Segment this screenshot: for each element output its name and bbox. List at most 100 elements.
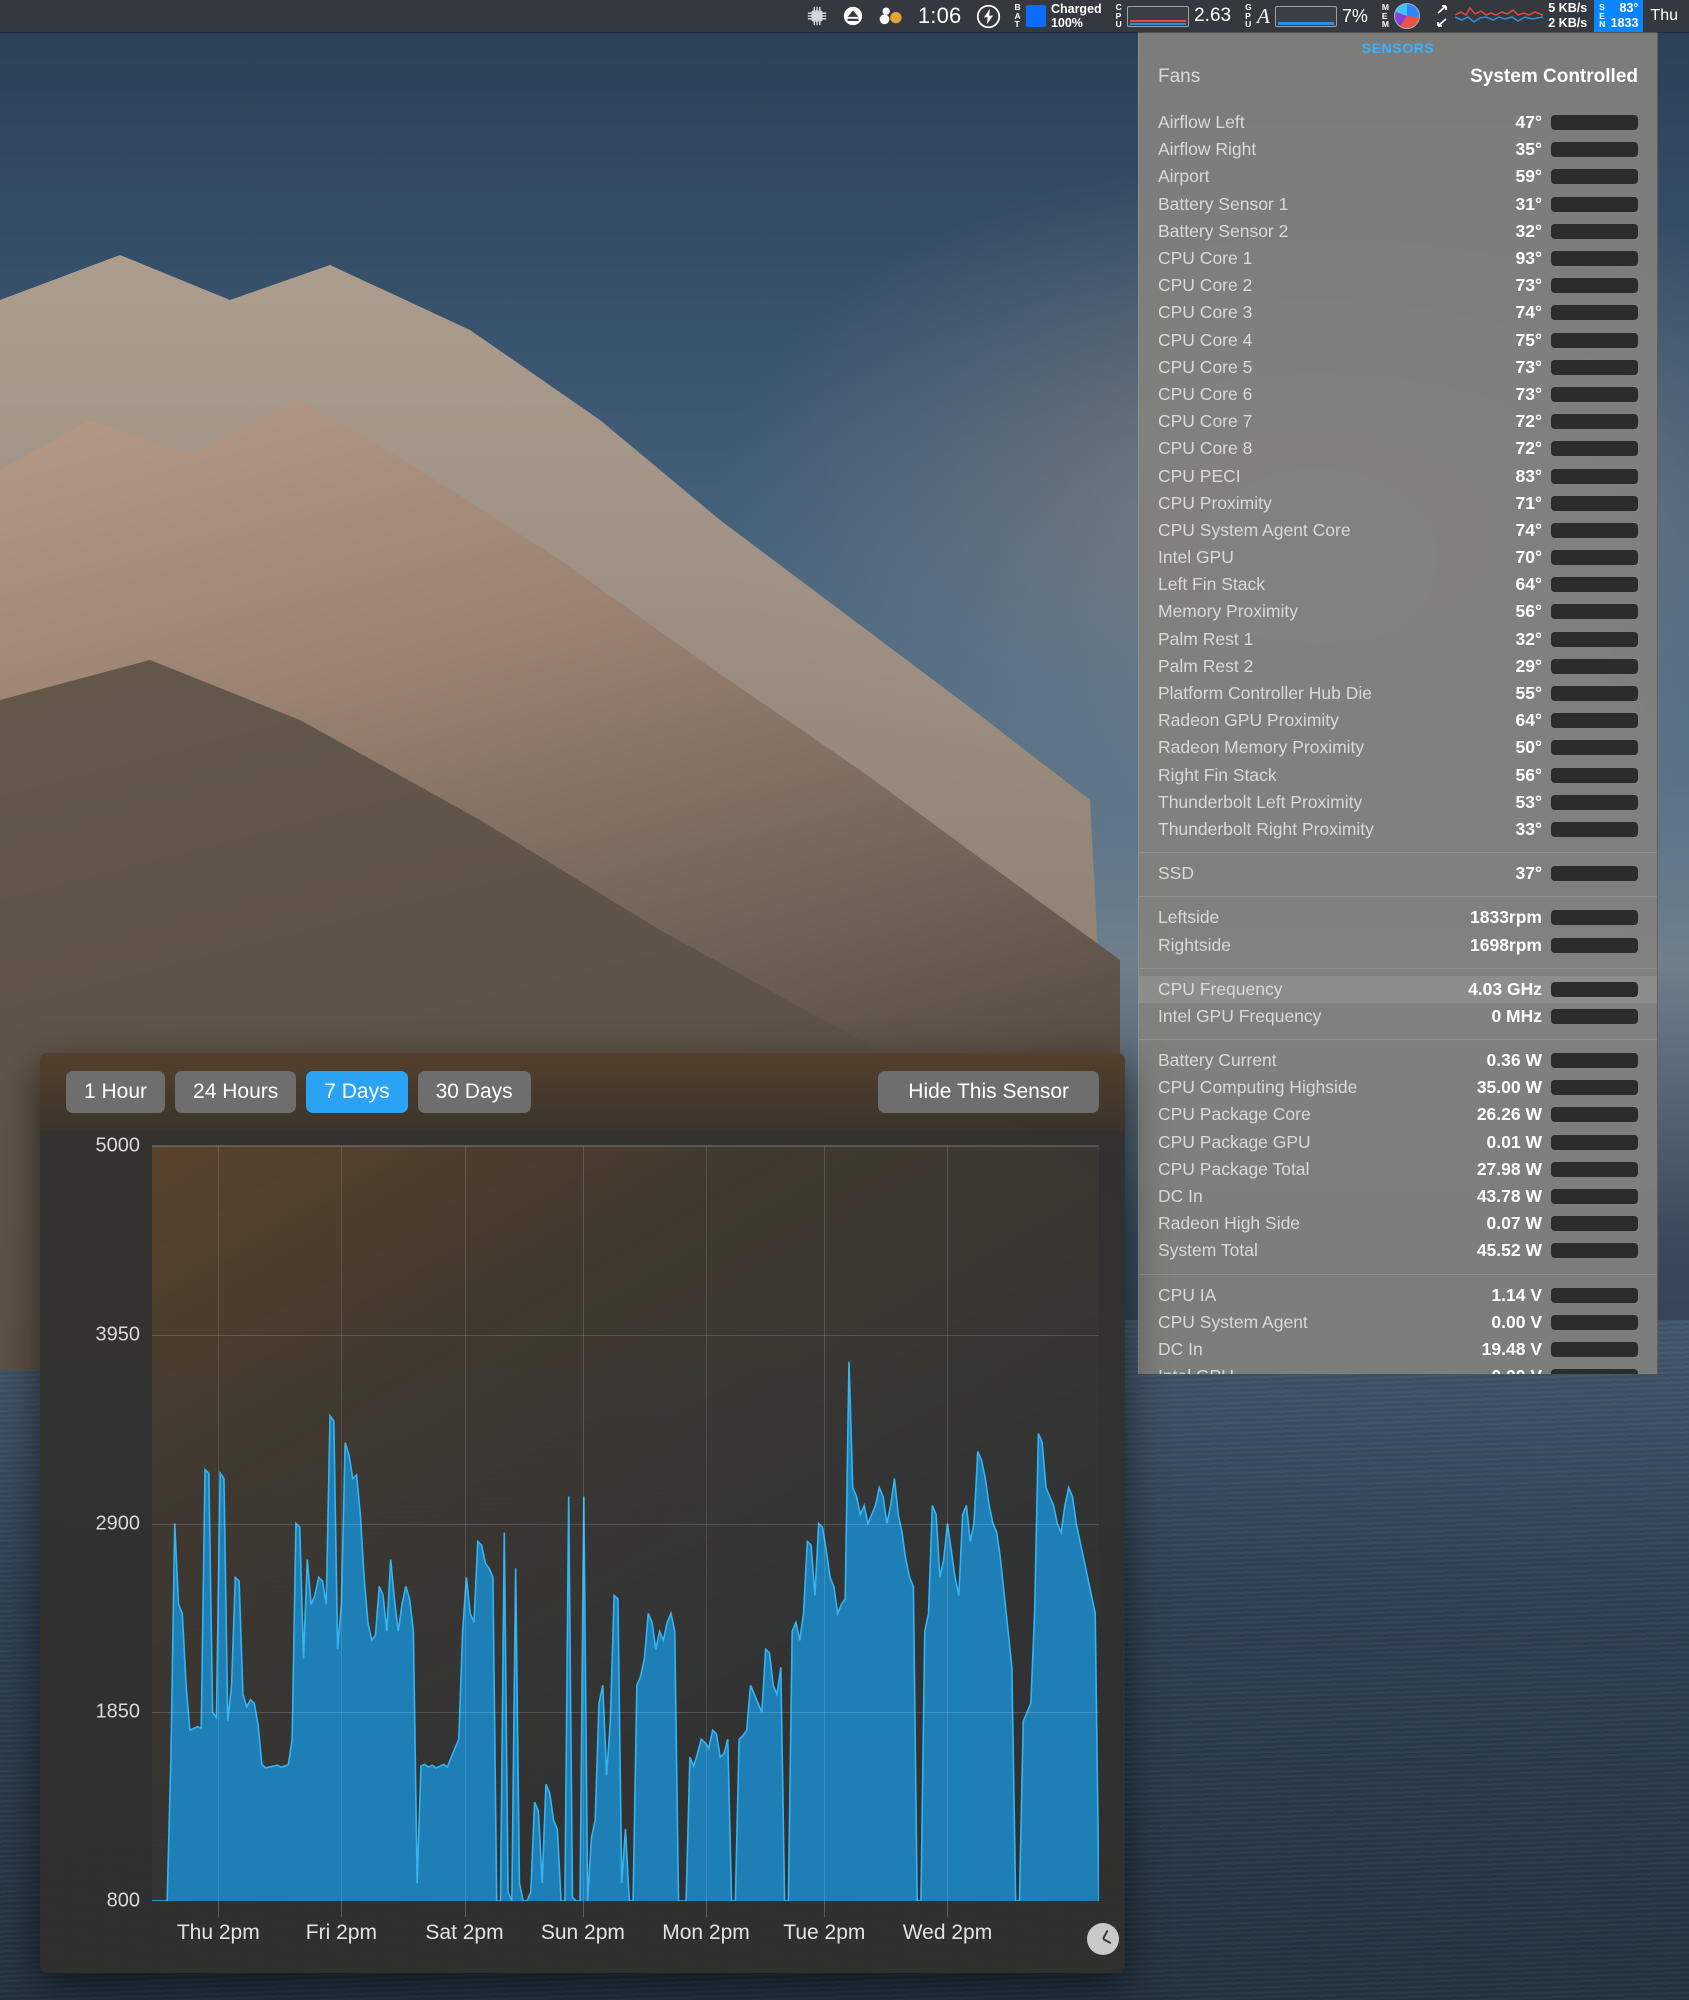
menubar-cpu-chip-icon[interactable] bbox=[799, 0, 835, 32]
sensor-row[interactable]: Battery Sensor 2 32° bbox=[1139, 218, 1657, 245]
sensor-row[interactable]: Leftside 1833rpm bbox=[1139, 904, 1657, 931]
menubar-day[interactable]: Thu bbox=[1643, 0, 1685, 32]
sensor-name: System Total bbox=[1158, 1240, 1258, 1261]
sensor-name: CPU Computing Highside bbox=[1158, 1077, 1358, 1098]
sensor-bar bbox=[1551, 305, 1638, 321]
sensor-row[interactable]: CPU IA 1.14 V bbox=[1139, 1282, 1657, 1309]
sensor-row[interactable]: System Total 45.52 W bbox=[1139, 1237, 1657, 1264]
sensor-row[interactable]: CPU Core 5 73° bbox=[1139, 354, 1657, 381]
menubar-eject-icon[interactable] bbox=[835, 0, 871, 32]
cpu-chip-icon bbox=[807, 6, 827, 26]
menubar-clock[interactable]: 1:06 bbox=[911, 0, 969, 32]
sensor-row[interactable]: Battery Sensor 1 31° bbox=[1139, 191, 1657, 218]
sensor-row[interactable]: Right Fin Stack 56° bbox=[1139, 762, 1657, 789]
sensor-row[interactable]: Rightside 1698rpm bbox=[1139, 931, 1657, 958]
chart-x-tick-label: Thu 2pm bbox=[176, 1921, 260, 1944]
network-history-graph bbox=[1455, 6, 1544, 23]
sensor-name: DC In bbox=[1158, 1186, 1203, 1207]
graph-toolbar: 1 Hour 24 Hours 7 Days 30 Days Hide This… bbox=[40, 1053, 1125, 1131]
sensor-value: 0.00 V bbox=[1491, 1311, 1542, 1332]
hide-this-sensor-button[interactable]: Hide This Sensor bbox=[878, 1071, 1099, 1113]
menubar-power-bolt-icon[interactable] bbox=[969, 0, 1008, 32]
sensor-row[interactable]: Thunderbolt Right Proximity 33° bbox=[1139, 816, 1657, 843]
range-button-24-hours[interactable]: 24 Hours bbox=[175, 1071, 297, 1113]
gpu-letter: A bbox=[1257, 3, 1270, 28]
sensors-readout: 83° 1833 bbox=[1611, 1, 1639, 31]
chart-y-tick-label: 1850 bbox=[95, 1700, 141, 1723]
sensor-row[interactable]: Airflow Right 35° bbox=[1139, 136, 1657, 163]
sensor-row[interactable]: CPU Core 2 73° bbox=[1139, 272, 1657, 299]
sensor-row[interactable]: Airflow Left 47° bbox=[1139, 109, 1657, 136]
sensor-row[interactable]: Battery Current 0.36 W bbox=[1139, 1047, 1657, 1074]
sensor-bar bbox=[1551, 604, 1638, 620]
sensor-row[interactable]: CPU Core 8 72° bbox=[1139, 435, 1657, 462]
sensor-row[interactable]: Memory Proximity 56° bbox=[1139, 598, 1657, 625]
sensor-row[interactable]: CPU Package Total 27.98 W bbox=[1139, 1156, 1657, 1183]
menubar-memory-item[interactable]: MEM bbox=[1375, 0, 1427, 32]
menubar-battery-item[interactable]: BAT Charged 100% bbox=[1008, 0, 1109, 32]
sensor-name: Battery Current bbox=[1158, 1050, 1277, 1071]
chart-x-tick-label: Fri 2pm bbox=[305, 1921, 377, 1944]
sensor-value: 71° bbox=[1515, 492, 1542, 513]
sensor-value: 75° bbox=[1515, 329, 1542, 350]
chart-gridline-vertical bbox=[705, 1146, 707, 1901]
sensor-row[interactable]: Left Fin Stack 64° bbox=[1139, 571, 1657, 598]
sensor-row[interactable]: CPU Core 6 73° bbox=[1139, 381, 1657, 408]
sensor-row[interactable]: SSD 37° bbox=[1139, 860, 1657, 887]
sensor-row[interactable]: Palm Rest 1 32° bbox=[1139, 626, 1657, 653]
sensor-bar bbox=[1551, 495, 1638, 511]
sensor-row[interactable]: Airport 59° bbox=[1139, 163, 1657, 190]
sensor-row[interactable]: Intel GPU Frequency 0 MHz bbox=[1139, 1003, 1657, 1030]
sensor-row[interactable]: Radeon Memory Proximity 50° bbox=[1139, 734, 1657, 761]
sensor-row[interactable]: CPU System Agent 0.00 V bbox=[1139, 1309, 1657, 1336]
sensor-row[interactable]: Thunderbolt Left Proximity 53° bbox=[1139, 789, 1657, 816]
range-button-30-days[interactable]: 30 Days bbox=[417, 1071, 531, 1113]
battery-status: Charged 100% bbox=[1051, 2, 1102, 30]
sensor-value: 0 MHz bbox=[1491, 1005, 1542, 1026]
menu-bar: 1:06 BAT Charged 100% CPU 2.63 GPU A 7% … bbox=[0, 0, 1689, 32]
sensor-row[interactable]: CPU Package GPU 0.01 W bbox=[1139, 1129, 1657, 1156]
sensor-row[interactable]: CPU Computing Highside 35.00 W bbox=[1139, 1074, 1657, 1101]
sensor-section-frequency: CPU Frequency 4.03 GHz Intel GPU Frequency… bbox=[1139, 969, 1657, 1039]
sensor-row[interactable]: Palm Rest 2 29° bbox=[1139, 653, 1657, 680]
sensor-row[interactable]: CPU Core 3 74° bbox=[1139, 299, 1657, 326]
chart-plot-area[interactable]: 800 1850 2900 3950 5000 Thu 2pm Fri 2pm Sat 2pm… bbox=[96, 1135, 1099, 1944]
sensor-row[interactable]: Platform Controller Hub Die 55° bbox=[1139, 680, 1657, 707]
sensor-value: 0.07 W bbox=[1486, 1213, 1542, 1234]
sensor-name: SSD bbox=[1158, 863, 1194, 884]
menubar-sensors-badge[interactable]: SEN 83° 1833 bbox=[1594, 0, 1644, 32]
menubar-dots-icon[interactable] bbox=[871, 0, 911, 32]
menubar-cpu-item[interactable]: CPU 2.63 bbox=[1109, 0, 1238, 32]
chart-x-tick bbox=[464, 1901, 466, 1917]
sensor-bar bbox=[1551, 866, 1638, 882]
fans-header-row[interactable]: Fans System Controlled bbox=[1139, 58, 1657, 102]
sensor-name: DC In bbox=[1158, 1338, 1203, 1359]
sensors-panel: SENSORS Fans System Controlled Airflow L… bbox=[1138, 32, 1658, 1374]
sensor-name: Intel GPU bbox=[1158, 1366, 1491, 1374]
sensor-row[interactable]: CPU Core 4 75° bbox=[1139, 327, 1657, 354]
sensor-row[interactable]: CPU PECI 83° bbox=[1139, 462, 1657, 489]
sensor-row[interactable]: Intel GPU 70° bbox=[1139, 544, 1657, 571]
sensor-row[interactable]: CPU System Agent Core 74° bbox=[1139, 517, 1657, 544]
fans-label: Fans bbox=[1158, 66, 1201, 87]
sensor-row[interactable]: CPU Core 7 72° bbox=[1139, 408, 1657, 435]
menubar-network-item[interactable]: 5 KB/s 2 KB/s bbox=[1427, 0, 1594, 32]
sensor-row[interactable]: CPU Package Core 26.26 W bbox=[1139, 1101, 1657, 1128]
range-button-7-days[interactable]: 7 Days bbox=[306, 1071, 408, 1113]
menubar-gpu-item[interactable]: GPU A 7% bbox=[1238, 0, 1375, 32]
sensor-row[interactable]: CPU Core 1 93° bbox=[1139, 245, 1657, 272]
sensor-row[interactable]: Radeon High Side 0.07 W bbox=[1139, 1210, 1657, 1237]
sensor-row[interactable]: Radeon GPU Proximity 64° bbox=[1139, 707, 1657, 734]
sensor-value: 56° bbox=[1515, 764, 1542, 785]
range-button-1-hour[interactable]: 1 Hour bbox=[66, 1071, 166, 1113]
clock-icon[interactable] bbox=[1087, 1923, 1119, 1955]
sensor-name: Intel GPU Frequency bbox=[1158, 1005, 1322, 1026]
sensor-row[interactable]: CPU Proximity 71° bbox=[1139, 490, 1657, 517]
sensor-row[interactable]: Intel GPU0.00 V bbox=[1139, 1363, 1657, 1374]
sensor-row[interactable]: DC In 43.78 W bbox=[1139, 1183, 1657, 1210]
sensor-bar bbox=[1551, 251, 1638, 267]
sensor-row[interactable]: DC In 19.48 V bbox=[1139, 1336, 1657, 1363]
sensor-row[interactable]: CPU Frequency 4.03 GHz bbox=[1139, 975, 1657, 1003]
sensor-value: 29° bbox=[1515, 655, 1542, 676]
chart-x-tick-label: Tue 2pm bbox=[783, 1921, 866, 1944]
